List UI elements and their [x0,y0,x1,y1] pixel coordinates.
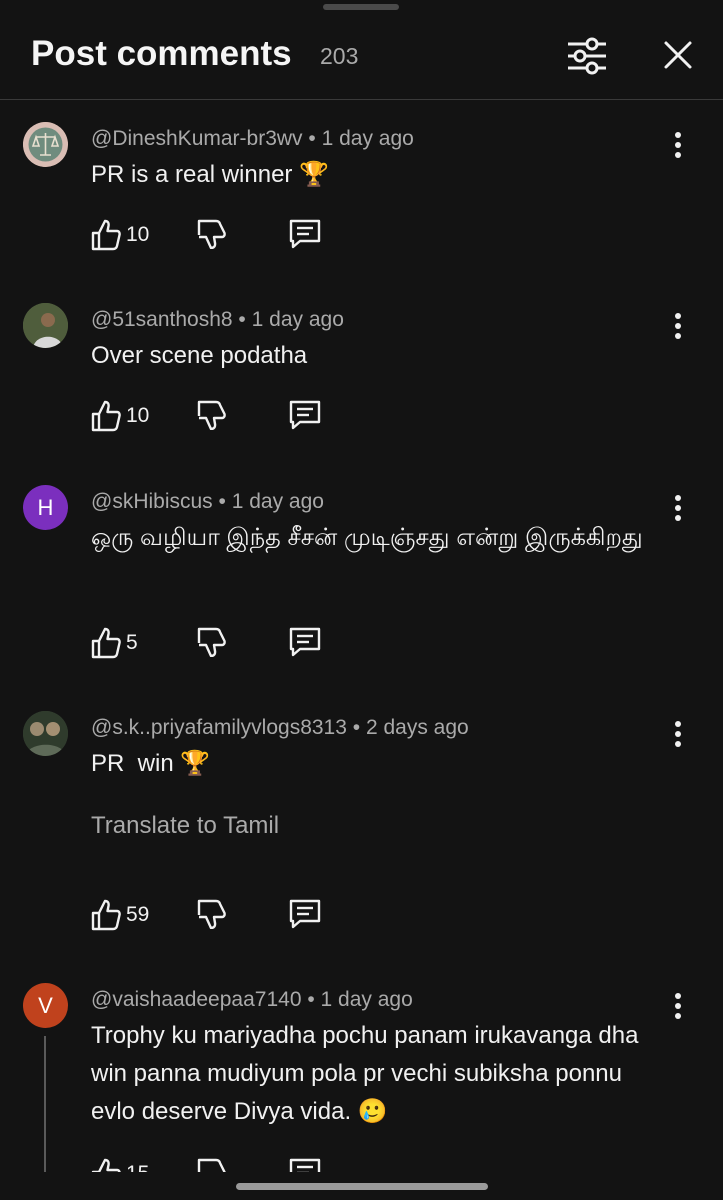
page-title: Post comments [31,34,292,73]
thumbs-down-icon [197,1158,226,1172]
more-options-button[interactable] [664,493,692,523]
comment-count: 203 [320,43,359,69]
thumbs-down-icon [197,219,226,250]
avatar[interactable]: H [23,485,68,530]
like-count: 10 [126,223,150,246]
comment-meta: @DineshKumar-br3wv • 1 day ago [91,127,414,150]
reply-button[interactable] [288,1156,324,1172]
reply-button[interactable] [288,398,324,434]
reply-icon [289,1158,321,1172]
comment-actions: 5 [91,625,331,661]
reply-button[interactable] [288,897,324,933]
comment-time: 1 day ago [320,988,413,1011]
comment-item: V @vaishaadeepaa7140 • 1 day ago Trophy … [0,976,723,1172]
photo-avatar [23,711,68,756]
comments-header: Post comments 203 [0,0,723,100]
comment-meta: @skHibiscus • 1 day ago [91,490,324,513]
comment-author[interactable]: @skHibiscus [91,490,213,513]
like-button[interactable]: 15 [91,1156,149,1172]
thumbs-up-icon [91,219,121,251]
comment-text: ஒரு வழியா இந்த சீசன் முடிஞ்சது என்று இரு… [91,524,643,551]
like-button[interactable]: 59 [91,897,149,933]
comment-actions: 10 [91,398,331,434]
more-vert-icon [675,313,681,339]
more-vert-icon [675,132,681,158]
comment-author[interactable]: @DineshKumar-br3wv [91,127,303,150]
thumbs-up-icon [91,400,121,432]
comment-text: PR win 🏆 [91,750,211,777]
dislike-button[interactable] [196,625,232,661]
comment-meta: @vaishaadeepaa7140 • 1 day ago [91,988,413,1011]
comment-text: Over scene podatha [91,342,308,369]
avatar[interactable] [23,122,68,167]
comment-time: 2 days ago [365,716,469,739]
like-count: 15 [126,1162,149,1172]
comment-time: 1 day ago [231,490,324,513]
thumbs-up-icon [91,899,121,931]
reply-button[interactable] [288,625,324,661]
comment-text: PR is a real winner 🏆 [91,161,329,188]
more-options-button[interactable] [664,991,692,1021]
scales-avatar-icon [23,122,68,167]
like-count: 59 [126,903,150,926]
thumbs-down-icon [197,899,226,930]
close-icon [664,41,692,69]
more-vert-icon [675,993,681,1019]
more-vert-icon [675,495,681,521]
like-button[interactable]: 10 [91,398,149,434]
sliders-icon [568,37,606,75]
home-indicator[interactable] [236,1183,488,1190]
comment-author[interactable]: @51santhosh8 [91,308,233,331]
comment-text: Trophy ku mariyadha pochu panam irukavan… [91,1022,639,1125]
thumbs-up-icon [91,627,121,659]
reply-icon [289,627,321,657]
comment-author[interactable]: @vaishaadeepaa7140 [91,988,302,1011]
dislike-button[interactable] [196,1156,232,1172]
like-count: 10 [126,404,150,427]
comment-time: 1 day ago [251,308,344,331]
reply-icon [289,219,321,249]
reply-button[interactable] [288,217,324,253]
like-count: 5 [126,631,138,654]
dislike-button[interactable] [196,398,232,434]
close-button[interactable] [656,33,700,77]
more-vert-icon [675,721,681,747]
thumbs-up-icon [91,1158,121,1172]
avatar[interactable] [23,711,68,756]
reply-icon [289,899,321,929]
more-options-button[interactable] [664,719,692,749]
translate-link[interactable]: Translate to Tamil [91,812,279,840]
like-button[interactable]: 5 [91,625,138,661]
comment-time: 1 day ago [321,127,414,150]
comment-meta: @51santhosh8 • 1 day ago [91,308,344,331]
thread-line [44,1036,46,1172]
thumbs-down-icon [197,627,226,658]
like-button[interactable]: 10 [91,217,149,253]
dislike-button[interactable] [196,897,232,933]
comment-actions: 15 [91,1156,331,1172]
more-options-button[interactable] [664,130,692,160]
avatar[interactable] [23,303,68,348]
reply-icon [289,400,321,430]
comment-author[interactable]: @s.k..priyafamilyvlogs8313 [91,716,347,739]
more-options-button[interactable] [664,311,692,341]
comment-meta: @s.k..priyafamilyvlogs8313 • 2 days ago [91,716,469,739]
dislike-button[interactable] [196,217,232,253]
avatar[interactable]: V [23,983,68,1028]
person-photo-avatar [23,303,68,348]
comment-actions: 10 [91,217,331,253]
thumbs-down-icon [197,400,226,431]
filter-button[interactable] [562,33,612,77]
comment-actions: 59 [91,897,331,933]
